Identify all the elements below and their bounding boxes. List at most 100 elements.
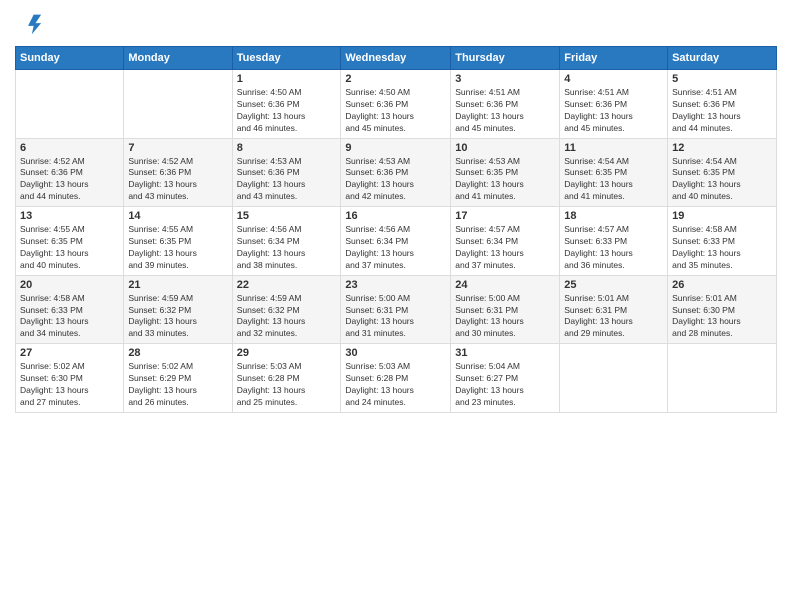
day-info: Sunrise: 4:54 AM Sunset: 6:35 PM Dayligh… [672,156,772,204]
day-number: 23 [345,279,446,291]
day-info: Sunrise: 4:53 AM Sunset: 6:36 PM Dayligh… [237,156,337,204]
calendar-cell: 24 Sunrise: 5:00 AM Sunset: 6:31 PM Dayli… [451,275,560,344]
calendar-week-row: 6 Sunrise: 4:52 AM Sunset: 6:36 PM Daylig… [16,138,777,207]
day-info: Sunrise: 4:51 AM Sunset: 6:36 PM Dayligh… [455,87,555,135]
page: SundayMondayTuesdayWednesdayThursdayFrid… [0,0,792,612]
day-info: Sunrise: 5:00 AM Sunset: 6:31 PM Dayligh… [455,293,555,341]
weekday-header: Wednesday [341,47,451,70]
day-number: 7 [128,142,227,154]
day-number: 24 [455,279,555,291]
logo-icon [15,10,43,38]
calendar-cell: 5 Sunrise: 4:51 AM Sunset: 6:36 PM Daylig… [668,70,777,139]
calendar-cell: 17 Sunrise: 4:57 AM Sunset: 6:34 PM Dayli… [451,207,560,276]
day-info: Sunrise: 5:00 AM Sunset: 6:31 PM Dayligh… [345,293,446,341]
calendar-cell: 4Sunrise: 4:51 AM Sunset: 6:36 PM Daylig… [560,70,668,139]
day-number: 5 [672,73,772,85]
day-number: 26 [672,279,772,291]
calendar-cell: 7Sunrise: 4:52 AM Sunset: 6:36 PM Daylig… [124,138,232,207]
logo [15,10,47,38]
day-number: 31 [455,347,555,359]
calendar-cell: 19Sunrise: 4:58 AM Sunset: 6:33 PM Dayli… [668,207,777,276]
day-number: 3 [455,73,555,85]
calendar-cell: 15Sunrise: 4:56 AM Sunset: 6:34 PM Dayli… [232,207,341,276]
calendar-cell: 20 Sunrise: 4:58 AM Sunset: 6:33 PM Dayli… [16,275,124,344]
day-number: 18 [564,210,663,222]
calendar-cell [16,70,124,139]
day-info: Sunrise: 5:02 AM Sunset: 6:30 PM Dayligh… [20,361,119,409]
day-info: Sunrise: 4:56 AM Sunset: 6:34 PM Dayligh… [345,224,446,272]
day-number: 14 [128,210,227,222]
day-info: Sunrise: 4:50 AM Sunset: 6:36 PM Dayligh… [237,87,337,135]
day-info: Sunrise: 4:58 AM Sunset: 6:33 PM Dayligh… [20,293,119,341]
day-info: Sunrise: 4:55 AM Sunset: 6:35 PM Dayligh… [128,224,227,272]
day-number: 27 [20,347,119,359]
calendar-cell: 6 Sunrise: 4:52 AM Sunset: 6:36 PM Daylig… [16,138,124,207]
calendar-cell: 14 Sunrise: 4:55 AM Sunset: 6:35 PM Dayli… [124,207,232,276]
day-number: 9 [345,142,446,154]
day-info: Sunrise: 5:03 AM Sunset: 6:28 PM Dayligh… [237,361,337,409]
day-info: Sunrise: 4:53 AM Sunset: 6:35 PM Dayligh… [455,156,555,204]
day-info: Sunrise: 5:03 AM Sunset: 6:28 PM Dayligh… [345,361,446,409]
calendar-cell: 18 Sunrise: 4:57 AM Sunset: 6:33 PM Dayli… [560,207,668,276]
day-info: Sunrise: 5:01 AM Sunset: 6:31 PM Dayligh… [564,293,663,341]
day-number: 25 [564,279,663,291]
day-number: 30 [345,347,446,359]
day-number: 12 [672,142,772,154]
calendar-week-row: 1 Sunrise: 4:50 AM Sunset: 6:36 PM Daylig… [16,70,777,139]
day-number: 22 [237,279,337,291]
day-info: Sunrise: 4:54 AM Sunset: 6:35 PM Dayligh… [564,156,663,204]
day-number: 8 [237,142,337,154]
day-number: 17 [455,210,555,222]
header [15,10,777,38]
day-info: Sunrise: 4:51 AM Sunset: 6:36 PM Dayligh… [672,87,772,135]
day-number: 10 [455,142,555,154]
calendar-cell [560,344,668,413]
calendar-cell: 26Sunrise: 5:01 AM Sunset: 6:30 PM Dayli… [668,275,777,344]
day-number: 16 [345,210,446,222]
weekday-header: Thursday [451,47,560,70]
day-number: 11 [564,142,663,154]
day-number: 28 [128,347,227,359]
calendar-week-row: 13 Sunrise: 4:55 AM Sunset: 6:35 PM Dayli… [16,207,777,276]
calendar-cell: 13 Sunrise: 4:55 AM Sunset: 6:35 PM Dayli… [16,207,124,276]
day-number: 6 [20,142,119,154]
calendar-cell: 30 Sunrise: 5:03 AM Sunset: 6:28 PM Dayli… [341,344,451,413]
day-number: 20 [20,279,119,291]
weekday-header: Monday [124,47,232,70]
calendar-cell: 1 Sunrise: 4:50 AM Sunset: 6:36 PM Daylig… [232,70,341,139]
day-info: Sunrise: 4:59 AM Sunset: 6:32 PM Dayligh… [237,293,337,341]
calendar-cell: 3 Sunrise: 4:51 AM Sunset: 6:36 PM Daylig… [451,70,560,139]
day-info: Sunrise: 4:52 AM Sunset: 6:36 PM Dayligh… [20,156,119,204]
calendar-cell: 12 Sunrise: 4:54 AM Sunset: 6:35 PM Dayli… [668,138,777,207]
weekday-header: Tuesday [232,47,341,70]
calendar-cell: 9 Sunrise: 4:53 AM Sunset: 6:36 PM Daylig… [341,138,451,207]
calendar-week-row: 27 Sunrise: 5:02 AM Sunset: 6:30 PM Dayli… [16,344,777,413]
calendar-week-row: 20 Sunrise: 4:58 AM Sunset: 6:33 PM Dayli… [16,275,777,344]
day-number: 2 [345,73,446,85]
calendar-cell: 21Sunrise: 4:59 AM Sunset: 6:32 PM Dayli… [124,275,232,344]
calendar-cell: 8 Sunrise: 4:53 AM Sunset: 6:36 PM Daylig… [232,138,341,207]
day-number: 15 [237,210,337,222]
calendar-cell: 27 Sunrise: 5:02 AM Sunset: 6:30 PM Dayli… [16,344,124,413]
day-info: Sunrise: 4:53 AM Sunset: 6:36 PM Dayligh… [345,156,446,204]
calendar-cell: 2Sunrise: 4:50 AM Sunset: 6:36 PM Daylig… [341,70,451,139]
day-number: 13 [20,210,119,222]
calendar-cell [124,70,232,139]
day-info: Sunrise: 4:57 AM Sunset: 6:33 PM Dayligh… [564,224,663,272]
day-info: Sunrise: 4:57 AM Sunset: 6:34 PM Dayligh… [455,224,555,272]
weekday-header: Friday [560,47,668,70]
day-info: Sunrise: 4:55 AM Sunset: 6:35 PM Dayligh… [20,224,119,272]
calendar-table: SundayMondayTuesdayWednesdayThursdayFrid… [15,46,777,413]
weekday-header: Saturday [668,47,777,70]
calendar-cell: 25 Sunrise: 5:01 AM Sunset: 6:31 PM Dayli… [560,275,668,344]
calendar-cell: 11 Sunrise: 4:54 AM Sunset: 6:35 PM Dayli… [560,138,668,207]
day-info: Sunrise: 4:51 AM Sunset: 6:36 PM Dayligh… [564,87,663,135]
calendar-cell: 10 Sunrise: 4:53 AM Sunset: 6:35 PM Dayli… [451,138,560,207]
weekday-header: Sunday [16,47,124,70]
calendar-cell: 16 Sunrise: 4:56 AM Sunset: 6:34 PM Dayli… [341,207,451,276]
day-info: Sunrise: 5:02 AM Sunset: 6:29 PM Dayligh… [128,361,227,409]
calendar-header-row: SundayMondayTuesdayWednesdayThursdayFrid… [16,47,777,70]
day-number: 1 [237,73,337,85]
calendar-cell: 22 Sunrise: 4:59 AM Sunset: 6:32 PM Dayli… [232,275,341,344]
calendar-cell [668,344,777,413]
